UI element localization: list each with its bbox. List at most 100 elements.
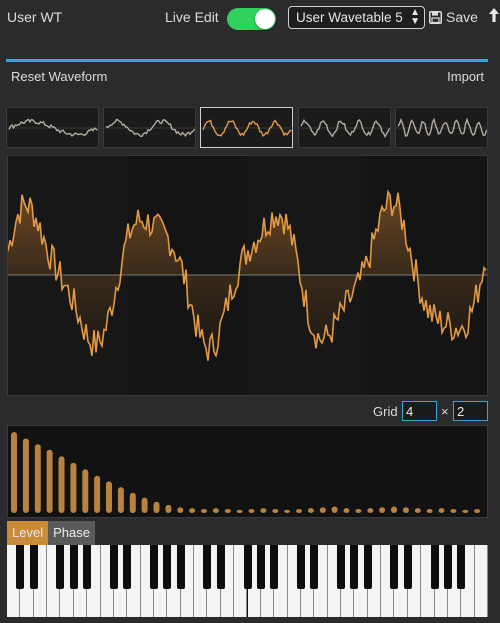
harmonic-bar [379,507,386,513]
harmonic-bar [307,508,314,513]
grid-controls: Grid × [0,401,500,423]
black-key[interactable] [243,545,252,589]
black-key[interactable] [216,545,225,589]
black-key[interactable] [403,545,412,589]
white-key[interactable] [474,545,488,617]
divider-line [6,59,488,62]
harmonic-bar [474,509,481,513]
harmonic-bar [58,456,65,513]
harmonic-bar [165,504,172,513]
harmonic-bar [129,492,136,514]
grid-y-input[interactable] [453,401,488,421]
waveform-editor[interactable] [7,155,488,396]
harmonic-bar [402,507,409,513]
thumbnail-2[interactable] [103,107,197,148]
wavetable-select-value: User Wavetable 5 [296,10,403,25]
black-key[interactable] [310,545,319,589]
harmonic-bar [212,508,219,513]
harmonic-bars [11,432,481,514]
harmonic-bar [34,444,41,513]
updown-chevron-icon: ▲ ▼ [410,7,420,27]
upload-arrow-icon[interactable] [488,7,500,23]
import-button[interactable]: Import [447,69,484,84]
thumbnail-3[interactable] [200,107,294,148]
harmonic-bar [272,509,279,513]
harmonic-bar [450,509,457,513]
harmonic-bar [106,481,112,513]
black-key[interactable] [29,545,38,589]
harmonic-bar [355,509,362,513]
harmonic-bar [391,506,397,513]
harmonic-bar [46,449,53,513]
harmonic-bar [189,508,196,513]
harmonics-tabs: Level Phase [7,521,95,545]
live-edit-toggle[interactable] [227,8,276,30]
save-label: Save [446,9,478,25]
black-key[interactable] [203,545,212,589]
black-key[interactable] [149,545,158,589]
harmonic-bar [177,507,184,513]
harmonic-bar [319,507,326,513]
harmonic-bar [153,501,160,513]
harmonic-bar [438,508,445,513]
black-key[interactable] [390,545,399,589]
waveform-toolbar: Reset Waveform Import [0,68,500,88]
harmonic-bar [462,509,469,513]
wavetable-title: User WT [7,9,63,25]
toggle-knob [255,9,275,29]
black-key[interactable] [363,545,372,589]
black-key[interactable] [296,545,305,589]
waveform-thumbnails [6,107,489,148]
piano-keyboard[interactable] [7,545,488,617]
harmonic-bar [82,469,89,513]
thumbnail-4[interactable] [298,107,392,148]
harmonic-bar [70,462,77,513]
harmonic-bar [248,509,255,513]
black-key[interactable] [69,545,78,589]
tab-level[interactable]: Level [7,521,49,545]
live-edit-label: Live Edit [165,9,219,25]
black-key[interactable] [430,545,439,589]
reset-waveform-button[interactable]: Reset Waveform [11,69,107,84]
black-key[interactable] [83,545,92,589]
black-key[interactable] [56,545,65,589]
harmonic-bar [224,509,231,513]
black-key[interactable] [123,545,132,589]
black-key[interactable] [457,545,466,589]
black-key[interactable] [109,545,118,589]
black-key[interactable] [256,545,265,589]
grid-x-input[interactable] [402,401,437,421]
black-key[interactable] [350,545,359,589]
harmonic-bar [201,509,207,513]
black-key[interactable] [270,545,279,589]
black-key[interactable] [337,545,346,589]
harmonic-bar [22,438,29,513]
harmonic-bar [11,432,17,513]
harmonic-bar [331,506,338,513]
harmonic-bar [260,508,267,513]
harmonic-bar [296,509,302,513]
harmonic-bar [367,508,374,513]
harmonic-bar [94,475,101,513]
waveform-plot [7,156,487,395]
grid-label: Grid [373,404,398,419]
tab-phase[interactable]: Phase [48,521,95,545]
thumbnail-5[interactable] [395,107,489,148]
black-key[interactable] [163,545,172,589]
harmonic-bar [414,508,421,513]
harmonic-bar [117,487,124,513]
wavetable-select[interactable]: User Wavetable 5 ▲ ▼ [288,6,425,29]
black-key[interactable] [443,545,452,589]
harmonic-bar [236,509,243,513]
harmonic-bar [284,509,291,513]
black-key[interactable] [176,545,185,589]
thumbnail-1[interactable] [6,107,100,148]
harmonic-bar [141,497,148,513]
black-key[interactable] [16,545,25,589]
floppy-disk-icon [429,10,442,24]
harmonics-editor[interactable] [7,425,488,518]
harmonic-bar [343,508,350,513]
grid-separator: × [441,404,449,419]
save-button[interactable]: Save [429,9,478,25]
harmonic-bar [426,509,433,513]
